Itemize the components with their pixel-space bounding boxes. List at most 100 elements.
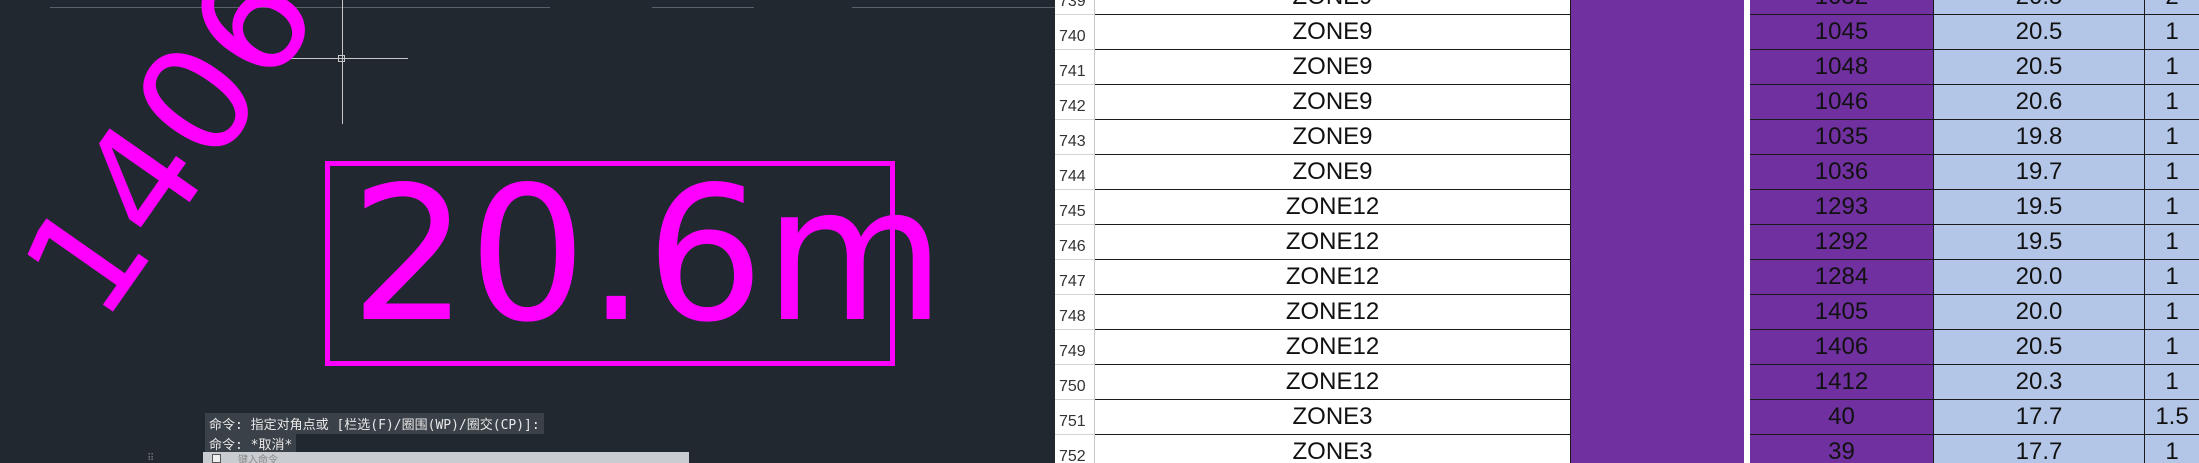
height-value-cell[interactable]: 19.7 (1934, 155, 2145, 190)
zone-cell[interactable]: ZONE12 (1095, 260, 1571, 295)
zone-cell[interactable]: ZONE12 (1095, 365, 1571, 400)
height-value-cell[interactable]: 19.8 (1934, 120, 2145, 155)
id-value-cell[interactable]: 39 (1750, 435, 1934, 463)
table-row[interactable]: 741 ZONE9 1048 20.5 1 (1055, 50, 2199, 85)
zone-cell[interactable]: ZONE12 (1095, 190, 1571, 225)
zone-cell[interactable]: ZONE12 (1095, 330, 1571, 365)
table-row[interactable]: 744 ZONE9 1036 19.7 1 (1055, 155, 2199, 190)
row-number-header[interactable]: 746 (1055, 225, 1095, 260)
cad-drawing-canvas[interactable]: 1406 20.6m 命令: 指定对角点或 [栏选(F)/圈围(WP)/圈交(C… (0, 0, 1055, 463)
empty-purple-cell[interactable] (1571, 155, 1744, 190)
command-line-icon[interactable] (212, 454, 221, 463)
row-number-header[interactable]: 752 (1055, 435, 1095, 463)
id-value-cell[interactable]: 1046 (1750, 85, 1934, 120)
count-value-cell[interactable]: 1 (2145, 15, 2199, 50)
spreadsheet[interactable]: 739ZONE9105220.52740ZONE9104520.51741ZON… (1055, 0, 2199, 463)
table-row[interactable]: 752 ZONE3 39 17.7 1 (1055, 435, 2199, 463)
zone-cell[interactable]: ZONE9 (1095, 50, 1571, 85)
zone-cell[interactable]: ZONE9 (1095, 0, 1571, 15)
row-number-header[interactable]: 748 (1055, 295, 1095, 330)
id-value-cell[interactable]: 1406 (1750, 330, 1934, 365)
height-value-cell[interactable]: 20.0 (1934, 295, 2145, 330)
empty-purple-cell[interactable] (1571, 0, 1744, 15)
empty-purple-cell[interactable] (1571, 225, 1744, 260)
height-value-cell[interactable]: 20.5 (1934, 330, 2145, 365)
height-value-cell[interactable]: 20.0 (1934, 260, 2145, 295)
count-value-cell[interactable]: 1 (2145, 50, 2199, 85)
table-row[interactable]: 751 ZONE3 40 17.7 1.5 (1055, 400, 2199, 435)
height-value-cell[interactable]: 17.7 (1934, 435, 2145, 463)
id-value-cell[interactable]: 1293 (1750, 190, 1934, 225)
table-row[interactable]: 740 ZONE9 1045 20.5 1 (1055, 15, 2199, 50)
id-value-cell[interactable]: 1284 (1750, 260, 1934, 295)
rotated-annotation-text[interactable]: 1406 (0, 0, 352, 347)
row-number-header[interactable]: 749 (1055, 330, 1095, 365)
count-value-cell[interactable]: 1 (2145, 85, 2199, 120)
id-value-cell[interactable]: 1292 (1750, 225, 1934, 260)
table-row[interactable]: 739ZONE9 105220.52 (1055, 0, 2199, 15)
row-number-header[interactable]: 743 (1055, 120, 1095, 155)
empty-purple-cell[interactable] (1571, 190, 1744, 225)
id-value-cell[interactable]: 1035 (1750, 120, 1934, 155)
table-row[interactable]: 747 ZONE12 1284 20.0 1 (1055, 260, 2199, 295)
zone-cell[interactable]: ZONE9 (1095, 85, 1571, 120)
empty-purple-cell[interactable] (1571, 50, 1744, 85)
empty-purple-cell[interactable] (1571, 330, 1744, 365)
empty-purple-cell[interactable] (1571, 365, 1744, 400)
count-value-cell[interactable]: 2 (2145, 0, 2199, 15)
height-value-cell[interactable]: 19.5 (1934, 225, 2145, 260)
row-number-header[interactable]: 742 (1055, 85, 1095, 120)
height-value-cell[interactable]: 20.6 (1934, 85, 2145, 120)
zone-cell[interactable]: ZONE3 (1095, 400, 1571, 435)
row-number-header[interactable]: 751 (1055, 400, 1095, 435)
empty-purple-cell[interactable] (1571, 120, 1744, 155)
table-row[interactable]: 745 ZONE12 1293 19.5 1 (1055, 190, 2199, 225)
height-value-cell[interactable]: 17.7 (1934, 400, 2145, 435)
count-value-cell[interactable]: 1 (2145, 295, 2199, 330)
id-value-cell[interactable]: 1048 (1750, 50, 1934, 85)
id-value-cell[interactable]: 1045 (1750, 15, 1934, 50)
table-row[interactable]: 748 ZONE12 1405 20.0 1 (1055, 295, 2199, 330)
table-row[interactable]: 742 ZONE9 1046 20.6 1 (1055, 85, 2199, 120)
count-value-cell[interactable]: 1 (2145, 435, 2199, 463)
count-value-cell[interactable]: 1 (2145, 190, 2199, 225)
row-number-header[interactable]: 740 (1055, 15, 1095, 50)
count-value-cell[interactable]: 1 (2145, 155, 2199, 190)
empty-purple-cell[interactable] (1571, 85, 1744, 120)
count-value-cell[interactable]: 1 (2145, 330, 2199, 365)
id-value-cell[interactable]: 1036 (1750, 155, 1934, 190)
height-value-cell[interactable]: 20.3 (1934, 365, 2145, 400)
zone-cell[interactable]: ZONE12 (1095, 225, 1571, 260)
height-value-cell[interactable]: 20.5 (1934, 15, 2145, 50)
zone-cell[interactable]: ZONE9 (1095, 155, 1571, 190)
table-row[interactable]: 749 ZONE12 1406 20.5 1 (1055, 330, 2199, 365)
empty-purple-cell[interactable] (1571, 400, 1744, 435)
zone-cell[interactable]: ZONE9 (1095, 15, 1571, 50)
height-value-cell[interactable]: 20.5 (1934, 0, 2145, 15)
id-value-cell[interactable]: 1052 (1750, 0, 1934, 15)
empty-purple-cell[interactable] (1571, 15, 1744, 50)
table-row[interactable]: 746 ZONE12 1292 19.5 1 (1055, 225, 2199, 260)
empty-purple-cell[interactable] (1571, 295, 1744, 330)
id-value-cell[interactable]: 1412 (1750, 365, 1934, 400)
id-value-cell[interactable]: 40 (1750, 400, 1934, 435)
id-value-cell[interactable]: 1405 (1750, 295, 1934, 330)
count-value-cell[interactable]: 1 (2145, 260, 2199, 295)
zone-cell[interactable]: ZONE12 (1095, 295, 1571, 330)
row-number-header[interactable]: 739 (1055, 0, 1095, 15)
row-number-header[interactable]: 747 (1055, 260, 1095, 295)
count-value-cell[interactable]: 1 (2145, 365, 2199, 400)
row-number-header[interactable]: 741 (1055, 50, 1095, 85)
empty-purple-cell[interactable] (1571, 435, 1744, 463)
table-row[interactable]: 743 ZONE9 1035 19.8 1 (1055, 120, 2199, 155)
count-value-cell[interactable]: 1 (2145, 225, 2199, 260)
count-value-cell[interactable]: 1 (2145, 120, 2199, 155)
table-row[interactable]: 750 ZONE12 1412 20.3 1 (1055, 365, 2199, 400)
zone-cell[interactable]: ZONE9 (1095, 120, 1571, 155)
count-value-cell[interactable]: 1.5 (2145, 400, 2199, 435)
zone-cell[interactable]: ZONE3 (1095, 435, 1571, 463)
row-number-header[interactable]: 744 (1055, 155, 1095, 190)
height-value-cell[interactable]: 20.5 (1934, 50, 2145, 85)
row-number-header[interactable]: 750 (1055, 365, 1095, 400)
row-number-header[interactable]: 745 (1055, 190, 1095, 225)
